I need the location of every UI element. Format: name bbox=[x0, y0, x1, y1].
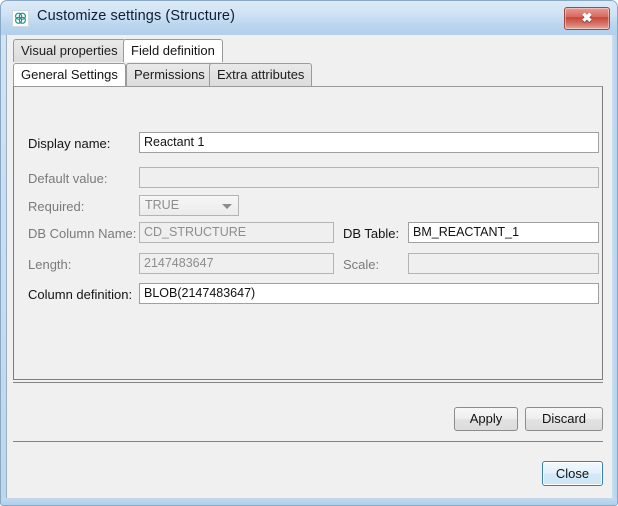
discard-button[interactable]: Discard bbox=[525, 407, 603, 431]
chevron-down-icon bbox=[222, 204, 232, 209]
close-window-button[interactable]: ✖ bbox=[564, 7, 610, 30]
dialog-client-area: Visual properties Field definition Gener… bbox=[6, 35, 614, 500]
display-name-label: Display name: bbox=[28, 136, 110, 151]
scale-label: Scale: bbox=[343, 257, 379, 272]
tab-visual-properties-label: Visual properties bbox=[21, 43, 118, 58]
db-table-label: DB Table: bbox=[343, 226, 399, 241]
tab-general-settings[interactable]: General Settings bbox=[13, 63, 126, 86]
tab-extra-attributes-label: Extra attributes bbox=[217, 67, 304, 82]
length-label: Length: bbox=[28, 257, 71, 272]
default-value-label: Default value: bbox=[28, 171, 108, 186]
close-button[interactable]: Close bbox=[542, 461, 603, 486]
window-bottom-edge bbox=[1, 498, 618, 505]
required-dropdown[interactable]: TRUE bbox=[139, 195, 239, 216]
tab-field-definition-label: Field definition bbox=[131, 43, 215, 58]
title-bar: Customize settings (Structure) ✖ bbox=[1, 1, 618, 35]
window-title: Customize settings (Structure) bbox=[37, 8, 235, 24]
column-definition-label: Column definition: bbox=[28, 287, 132, 302]
tab-field-definition[interactable]: Field definition bbox=[123, 39, 223, 62]
molecule-structure-icon bbox=[12, 10, 29, 27]
apply-button[interactable]: Apply bbox=[454, 407, 518, 431]
required-dropdown-value: TRUE bbox=[145, 198, 179, 212]
db-column-name-input[interactable]: CD_STRUCTURE bbox=[139, 222, 334, 243]
tab-extra-attributes[interactable]: Extra attributes bbox=[209, 63, 312, 86]
window-right-edge bbox=[612, 35, 617, 500]
display-name-input[interactable]: Reactant 1 bbox=[139, 132, 599, 153]
db-column-name-label: DB Column Name: bbox=[28, 226, 136, 241]
tab-permissions-label: Permissions bbox=[134, 67, 205, 82]
length-input[interactable]: 2147483647 bbox=[139, 253, 334, 274]
panel-separator bbox=[13, 382, 603, 383]
db-table-input[interactable]: BM_REACTANT_1 bbox=[408, 222, 599, 243]
dialog-window: Customize settings (Structure) ✖ Visual … bbox=[0, 0, 618, 506]
tab-general-settings-label: General Settings bbox=[21, 67, 118, 82]
close-icon: ✖ bbox=[565, 8, 609, 29]
column-definition-input[interactable]: BLOB(2147483647) bbox=[139, 283, 599, 304]
required-label: Required: bbox=[28, 199, 84, 214]
general-settings-panel: Display name: Reactant 1 Default value: … bbox=[13, 86, 603, 380]
tab-visual-properties[interactable]: Visual properties bbox=[13, 39, 126, 62]
footer-separator bbox=[13, 441, 603, 442]
default-value-input[interactable] bbox=[139, 167, 599, 188]
tab-permissions[interactable]: Permissions bbox=[126, 63, 213, 86]
scale-input[interactable] bbox=[408, 253, 599, 274]
